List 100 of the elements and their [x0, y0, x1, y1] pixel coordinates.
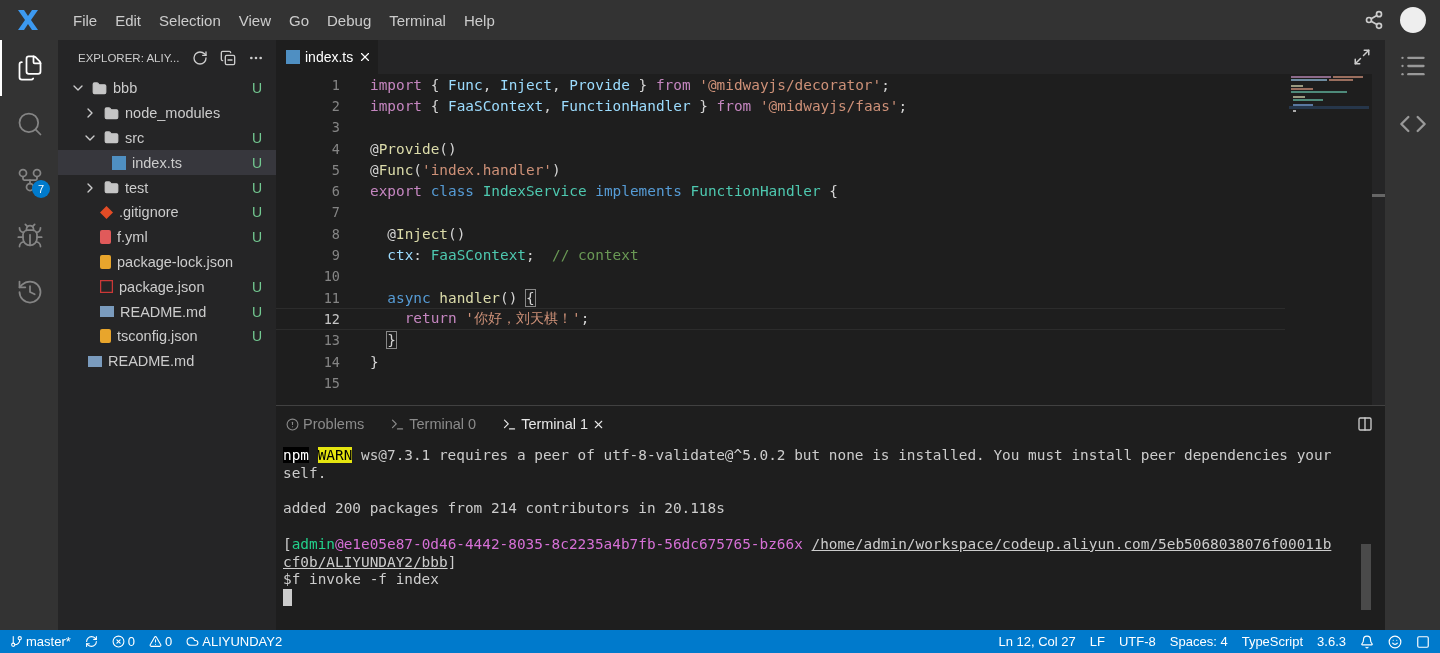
- status-letter: U: [251, 229, 262, 246]
- terminal-text: @e1e05e87-0d46-4442-8035-8c2235a4b7fb-56dc675765-bz66x: [335, 535, 804, 552]
- line-number: 3: [330, 119, 340, 136]
- count-badge: 7: [32, 180, 50, 198]
- tree-item[interactable]: f.yml U: [58, 224, 276, 250]
- split-icon[interactable]: [1357, 416, 1373, 432]
- tree-item[interactable]: package.json U: [58, 274, 276, 300]
- code-line: }: [370, 353, 379, 370]
- tree-item[interactable]: tsconfig.json U: [58, 323, 276, 349]
- cursor: [283, 588, 292, 606]
- refresh-icon[interactable]: [192, 50, 208, 66]
- folder-icon: [104, 180, 119, 196]
- terminal-text: ]: [447, 553, 457, 570]
- tree-item[interactable]: README.md: [58, 348, 276, 374]
- tree-item[interactable]: package-lock.json: [58, 249, 276, 275]
- status-letter: U: [251, 328, 262, 345]
- scrollbar[interactable]: [1372, 74, 1385, 405]
- code-line: import { Func, Inject, Provide } from '@midwayjs/decorator';: [370, 76, 890, 93]
- terminal-text: cf0b/ALIYUNDAY2/bbb: [283, 553, 448, 570]
- maximize-icon[interactable]: [1353, 48, 1371, 66]
- code-line: ctx: FaaSContext; // context: [386, 247, 639, 263]
- line-number: 7: [330, 204, 340, 221]
- status-item[interactable]: LF: [1089, 634, 1105, 649]
- activity-tab[interactable]: 7: [0, 152, 58, 208]
- menu-item[interactable]: Terminal: [380, 11, 455, 29]
- smiley-icon[interactable]: [1388, 634, 1402, 649]
- line-number: 9: [330, 247, 340, 263]
- scrollbar[interactable]: [1361, 544, 1371, 610]
- status-item[interactable]: Ln 12, Col 27: [998, 634, 1076, 649]
- line-number: 4: [330, 140, 340, 157]
- error-icon: [111, 635, 125, 648]
- tree-item[interactable]: node_modules: [58, 100, 276, 126]
- panel-tab[interactable]: Terminal 0: [390, 416, 477, 432]
- panel-icon[interactable]: [1416, 634, 1430, 649]
- code-line: @Func('index.handler'): [370, 161, 561, 178]
- terminal-text: npm: [283, 446, 309, 463]
- remote-status[interactable]: ALIYUNDAY2: [186, 634, 283, 649]
- panel-tab[interactable]: Terminal 1: [502, 416, 606, 432]
- menu-item[interactable]: Selection: [150, 11, 230, 29]
- status-item[interactable]: UTF-8: [1119, 634, 1156, 649]
- editor-tab[interactable]: index.ts: [276, 40, 379, 74]
- line-number: 15: [322, 374, 340, 391]
- menu-item[interactable]: File: [64, 11, 107, 29]
- status-letter: U: [251, 278, 262, 295]
- debug-icon: [16, 222, 44, 250]
- status-item[interactable]: Spaces: 4: [1169, 634, 1228, 649]
- tree-item[interactable]: README.md U: [58, 299, 276, 324]
- alert-icon: [286, 417, 299, 431]
- line-number: 8: [330, 225, 340, 242]
- share-icon[interactable]: [1364, 10, 1384, 30]
- tree-item[interactable]: test U: [58, 175, 276, 200]
- line-number: 11: [322, 289, 340, 306]
- sync-icon[interactable]: [84, 635, 98, 648]
- status-letter: U: [251, 130, 262, 146]
- tree-item[interactable]: .gitignore U: [58, 200, 276, 225]
- line-number: 6: [330, 183, 340, 200]
- line-number: 12: [322, 310, 340, 327]
- tree-item[interactable]: index.ts U: [58, 150, 276, 176]
- diamond-icon: [100, 205, 113, 219]
- code-line: }: [386, 332, 396, 349]
- menu-item[interactable]: Go: [280, 11, 318, 29]
- collapse-all-icon[interactable]: [220, 50, 236, 66]
- files-icon: [16, 54, 44, 82]
- line-number: 1: [330, 76, 340, 93]
- avatar[interactable]: [1400, 7, 1426, 33]
- status-letter: U: [251, 303, 262, 320]
- menu-item[interactable]: Edit: [106, 11, 151, 29]
- branch-icon: [10, 635, 23, 648]
- terminal-text: /home/admin/workspace/codeup.aliyun.com/5eb5068038076f00011b: [811, 535, 1332, 552]
- branch-status[interactable]: master*: [10, 634, 71, 649]
- app-logo-icon: [16, 9, 40, 31]
- line-number: 14: [322, 353, 340, 370]
- bell-icon[interactable]: [1360, 634, 1374, 649]
- error-count[interactable]: 0: [111, 634, 136, 649]
- line-number: 10: [322, 268, 340, 285]
- sidebar-title: EXPLORER: ALIY...: [78, 52, 180, 64]
- code-line: return '你好，刘天棋！';: [403, 309, 590, 329]
- folder-icon: [104, 105, 119, 121]
- code-line: async handler() {: [386, 289, 535, 306]
- tree-item[interactable]: bbb U: [58, 76, 276, 101]
- menu-item[interactable]: Debug: [318, 11, 381, 29]
- menu-item[interactable]: Help: [454, 11, 504, 29]
- status-letter: U: [251, 179, 262, 196]
- terminal-text: ws@7.3.1 requires a peer of utf-8-validate@^5.0.2 but none is installed. You must install peer dependencies your: [359, 446, 1332, 463]
- status-item[interactable]: TypeScript: [1241, 634, 1304, 649]
- terminal-text: $f invoke -f index: [283, 571, 439, 588]
- terminal-icon: [390, 416, 406, 432]
- search-icon: [16, 110, 44, 138]
- code-line: @Provide(): [370, 140, 457, 157]
- status-item[interactable]: 3.6.3: [1317, 634, 1346, 649]
- status-letter: U: [251, 80, 262, 97]
- source-control-icon: [16, 166, 44, 194]
- terminal-text: self.: [283, 464, 327, 481]
- line-number: 13: [322, 332, 340, 349]
- menu-item[interactable]: View: [229, 11, 280, 29]
- folder-icon: [104, 130, 119, 146]
- warning-count[interactable]: 0: [149, 634, 173, 649]
- code-line: @Inject(): [386, 225, 466, 242]
- tree-item[interactable]: src U: [58, 125, 276, 151]
- panel-tab[interactable]: Problems: [286, 416, 365, 432]
